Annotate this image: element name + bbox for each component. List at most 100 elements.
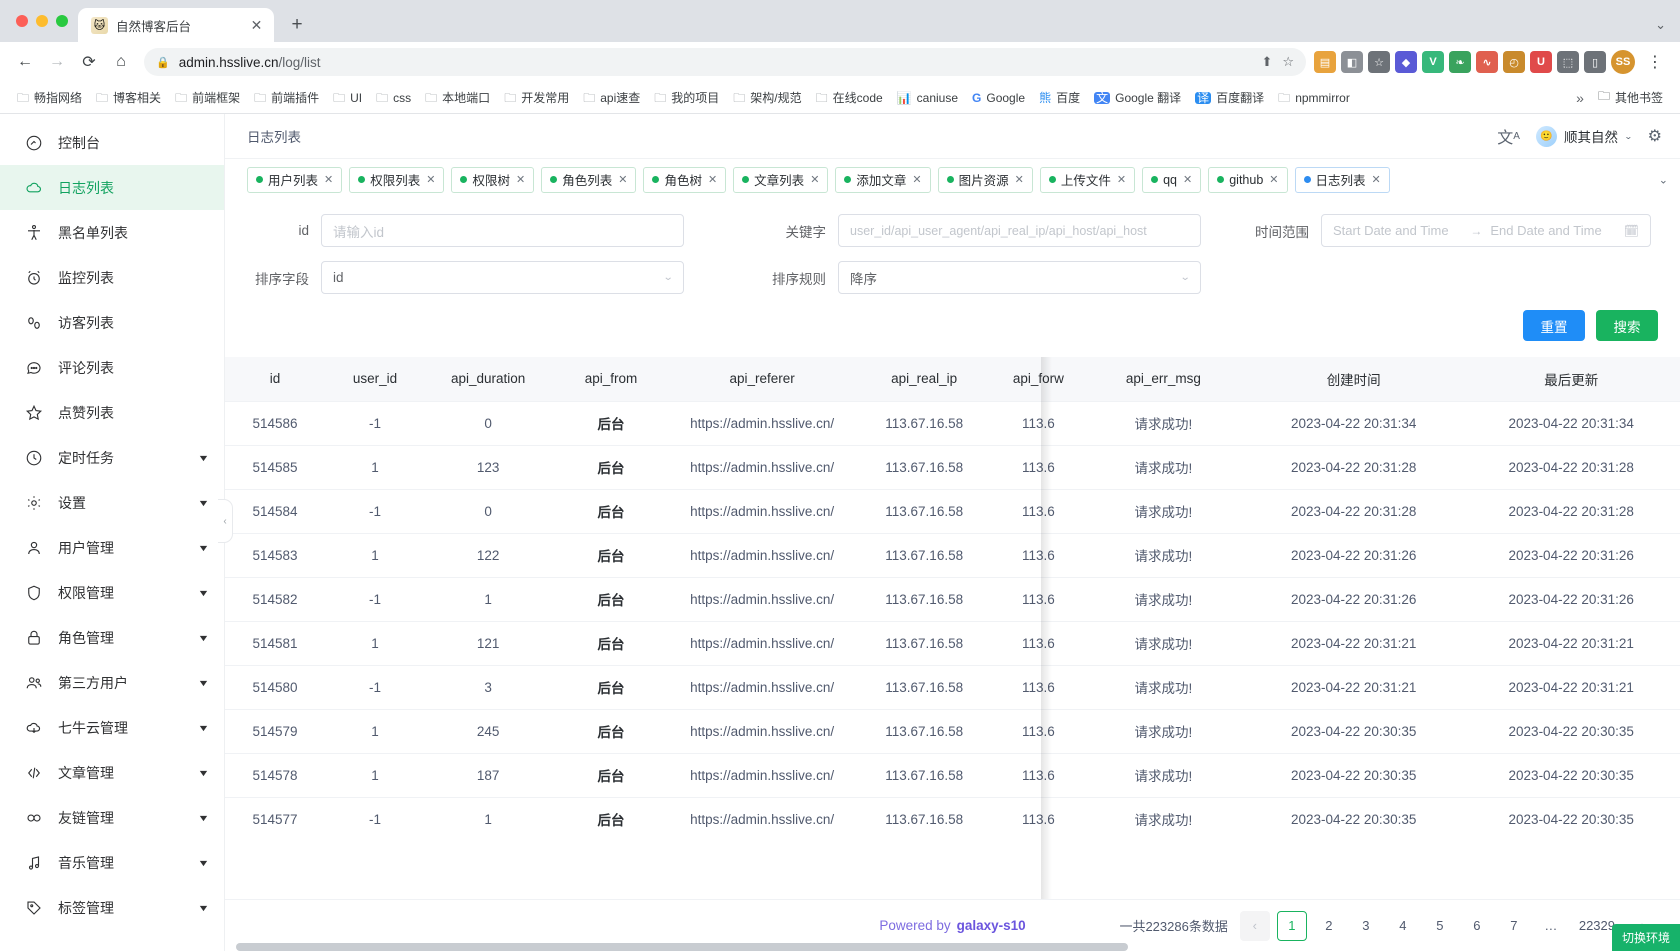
sidebar-item-qiniu-cloud[interactable]: 七牛云管理 ▼ xyxy=(0,705,224,750)
tab-close-icon[interactable]: ✕ xyxy=(247,16,266,35)
chevron-down-icon[interactable]: ▼ xyxy=(197,588,209,598)
star-extension-icon[interactable]: ☆ xyxy=(1368,51,1390,73)
minimize-window-button[interactable] xyxy=(36,15,48,27)
close-window-button[interactable] xyxy=(16,15,28,27)
search-input-keyword[interactable]: user_id/api_user_agent/api_real_ip/api_h… xyxy=(838,214,1201,247)
sidebar-item-blacklist[interactable]: 黑名单列表 xyxy=(0,210,224,255)
close-icon[interactable]: ✕ xyxy=(1269,173,1278,186)
daterange-picker[interactable]: Start Date and Time → End Date and Time … xyxy=(1321,214,1651,247)
switch-environment-button[interactable]: 切换环境 xyxy=(1611,924,1680,951)
new-tab-button[interactable]: + xyxy=(283,11,311,39)
table-row[interactable]: 514586 -1 0 后台 https://admin.hsslive.cn/… xyxy=(225,400,1680,445)
tag-tabs-expand-chevron-down-icon[interactable]: ⌄ xyxy=(1659,173,1668,186)
chevron-down-icon[interactable]: ▼ xyxy=(197,453,209,463)
sidebar-collapse-button[interactable]: ‹ xyxy=(218,499,233,543)
bookmark-item[interactable]: 🗀 api速查 xyxy=(577,86,646,109)
column-header-created-at[interactable]: 创建时间 xyxy=(1244,357,1463,401)
browser-menu-icon[interactable]: ⋮ xyxy=(1640,47,1670,77)
close-icon[interactable]: ✕ xyxy=(912,173,921,186)
close-icon[interactable]: ✕ xyxy=(426,173,435,186)
column-header-api-forwarded[interactable]: api_forw xyxy=(994,357,1082,401)
bookmark-item[interactable]: 🗀 前端框架 xyxy=(169,86,246,109)
reload-icon[interactable]: ⟳ xyxy=(74,47,104,77)
leaf-extension-icon[interactable]: ❧ xyxy=(1449,51,1471,73)
reset-button[interactable]: 重置 xyxy=(1523,310,1585,341)
sidebar-item-permission-mgmt[interactable]: 权限管理 ▼ xyxy=(0,570,224,615)
sidebar-item-dashboard[interactable]: 控制台 xyxy=(0,120,224,165)
close-icon[interactable]: ✕ xyxy=(810,173,819,186)
pagination-ellipsis[interactable]: … xyxy=(1536,911,1566,941)
sidebar-item-friendlink-mgmt[interactable]: 友链管理 ▼ xyxy=(0,795,224,840)
tag-tab[interactable]: qq ✕ xyxy=(1142,166,1202,193)
table-row[interactable]: 514581 1 121 后台 https://admin.hsslive.cn… xyxy=(225,620,1680,665)
column-header-api-duration[interactable]: api_duration xyxy=(425,357,552,401)
side-panel-icon[interactable]: ▯ xyxy=(1584,51,1606,73)
bookmark-item[interactable]: 📊 caniuse xyxy=(891,88,964,108)
pagination-prev-button[interactable]: ‹ xyxy=(1239,910,1270,941)
tag-tab[interactable]: 上传文件 ✕ xyxy=(1039,166,1136,193)
tag-tab[interactable]: github ✕ xyxy=(1208,166,1288,193)
chevron-down-icon[interactable]: ▼ xyxy=(197,543,209,553)
search-button[interactable]: 搜索 xyxy=(1596,310,1658,341)
bookmark-item[interactable]: 🗀 npmmirror xyxy=(1272,88,1356,108)
sortrule-select[interactable]: 降序 ⌄ xyxy=(838,261,1201,294)
sidebar-item-visitors[interactable]: 访客列表 xyxy=(0,300,224,345)
share-icon[interactable]: ⬆ xyxy=(1261,54,1272,70)
gear-icon[interactable]: ⚙ xyxy=(1648,126,1662,146)
address-bar[interactable]: 🔒 admin.hsslive.cn/log/list ⬆ ☆ xyxy=(144,48,1306,76)
tag-tab[interactable]: 角色树 ✕ xyxy=(643,166,727,193)
table-horizontal-scrollbar[interactable] xyxy=(236,943,1675,951)
table-row[interactable]: 514580 -1 3 后台 https://admin.hsslive.cn/… xyxy=(225,664,1680,709)
tag-tab[interactable]: 图片资源 ✕ xyxy=(937,166,1033,193)
clock-extension-icon[interactable]: ◴ xyxy=(1503,51,1525,73)
tag-tab[interactable]: 角色列表 ✕ xyxy=(541,166,637,193)
browser-tab[interactable]: 🐱 自然博客后台 ✕ xyxy=(78,8,274,42)
close-icon[interactable]: ✕ xyxy=(708,173,717,186)
chevron-down-icon[interactable]: ▼ xyxy=(197,498,209,508)
chevron-down-icon[interactable]: ▼ xyxy=(197,723,209,733)
bookmark-item[interactable]: 文 Google 翻译 xyxy=(1088,86,1187,109)
puzzle-extension-icon[interactable]: ⬚ xyxy=(1557,51,1579,73)
maximize-window-button[interactable] xyxy=(56,15,68,27)
column-header-api-referer[interactable]: api_referer xyxy=(670,357,854,401)
translate-icon[interactable]: 文A xyxy=(1497,124,1520,148)
v-extension-icon[interactable]: V xyxy=(1422,51,1444,73)
u-extension-icon[interactable]: U xyxy=(1530,51,1552,73)
table-row[interactable]: 514583 1 122 后台 https://admin.hsslive.cn… xyxy=(225,532,1680,577)
pagination-page-1[interactable]: 1 xyxy=(1276,910,1307,941)
bookmark-item[interactable]: 🗀 开发常用 xyxy=(498,86,575,109)
column-header-user-id[interactable]: user_id xyxy=(325,357,426,401)
column-header-api-real-ip[interactable]: api_real_ip xyxy=(853,357,995,401)
home-icon[interactable]: ⌂ xyxy=(106,47,136,77)
bookmark-item[interactable]: 🗀 博客相关 xyxy=(90,86,167,109)
column-header-id[interactable]: id xyxy=(225,357,326,401)
chart-extension-icon[interactable]: ∿ xyxy=(1476,51,1498,73)
table-row[interactable]: 514582 -1 1 后台 https://admin.hsslive.cn/… xyxy=(225,576,1680,621)
profile-avatar[interactable]: SS xyxy=(1611,50,1635,74)
other-bookmarks-button[interactable]: 🗀 其他书签 xyxy=(1592,84,1669,111)
bookmark-item[interactable]: 🗀 css xyxy=(370,88,417,108)
search-input-id[interactable]: 请输入id xyxy=(321,214,684,247)
column-header-api-err-msg[interactable]: api_err_msg xyxy=(1081,357,1245,401)
close-icon[interactable]: ✕ xyxy=(1015,173,1024,186)
sidebar-item-third-party-users[interactable]: 第三方用户 ▼ xyxy=(0,660,224,705)
bookmark-item[interactable]: 🗀 架构/规范 xyxy=(727,86,807,109)
tag-tab[interactable]: 添加文章 ✕ xyxy=(835,166,931,193)
table-row[interactable]: 514584 -1 0 后台 https://admin.hsslive.cn/… xyxy=(225,488,1680,533)
chevron-down-icon[interactable]: ▼ xyxy=(197,903,209,913)
chevron-down-icon[interactable]: ▼ xyxy=(197,768,209,778)
sidebar-item-likes[interactable]: 点赞列表 xyxy=(0,390,224,435)
bookmark-item[interactable]: 🗀 在线code xyxy=(810,86,889,109)
table-row[interactable]: 514585 1 123 后台 https://admin.hsslive.cn… xyxy=(225,444,1680,489)
bookmark-star-icon[interactable]: ☆ xyxy=(1282,54,1294,70)
bookmark-item[interactable]: 🗀 前端插件 xyxy=(248,86,325,109)
column-header-updated-at[interactable]: 最后更新 xyxy=(1462,357,1680,401)
sidebar-item-tag-mgmt[interactable]: 标签管理 ▼ xyxy=(0,885,224,930)
chevron-down-icon[interactable]: ▼ xyxy=(197,633,209,643)
sidebar-item-log-list[interactable]: 日志列表 xyxy=(0,165,224,210)
sidebar-item-role-mgmt[interactable]: 角色管理 ▼ xyxy=(0,615,224,660)
gem-extension-icon[interactable]: ◆ xyxy=(1395,51,1417,73)
tag-tab[interactable]: 权限树 ✕ xyxy=(451,166,535,193)
pagination-page-5[interactable]: 5 xyxy=(1425,911,1455,941)
pagination-page-6[interactable]: 6 xyxy=(1462,911,1492,941)
